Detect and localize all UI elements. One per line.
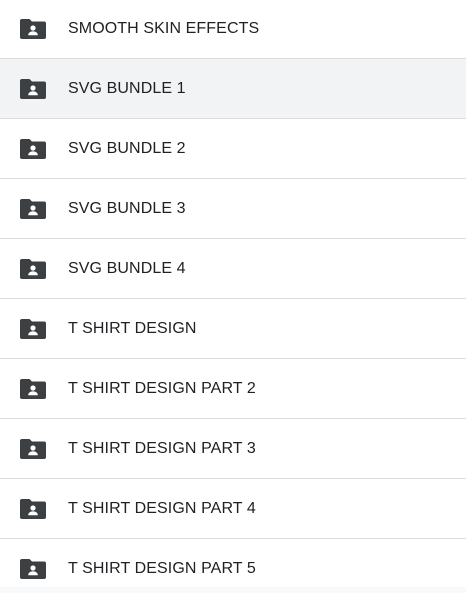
folder-row-svg-bundle-4[interactable]: SVG BUNDLE 4 bbox=[0, 239, 466, 299]
folder-name: SMOOTH SKIN EFFECTS bbox=[68, 19, 260, 37]
list-footer-strip bbox=[0, 587, 466, 593]
folder-list: SMOOTH SKIN EFFECTS SVG BUNDLE 1 SVG BUN… bbox=[0, 0, 466, 593]
shared-folder-icon bbox=[20, 138, 46, 159]
shared-folder-icon bbox=[20, 378, 46, 399]
folder-name: T SHIRT DESIGN bbox=[68, 319, 197, 337]
folder-name: T SHIRT DESIGN PART 5 bbox=[68, 559, 256, 577]
folder-name: T SHIRT DESIGN PART 2 bbox=[68, 379, 256, 397]
folder-name: SVG BUNDLE 1 bbox=[68, 79, 186, 97]
folder-name: SVG BUNDLE 4 bbox=[68, 259, 186, 277]
folder-name: SVG BUNDLE 3 bbox=[68, 199, 186, 217]
folder-row-t-shirt-design[interactable]: T SHIRT DESIGN bbox=[0, 299, 466, 359]
folder-row-smooth-skin-effects[interactable]: SMOOTH SKIN EFFECTS bbox=[0, 0, 466, 59]
shared-folder-icon bbox=[20, 18, 46, 39]
shared-folder-icon bbox=[20, 318, 46, 339]
shared-folder-icon bbox=[20, 78, 46, 99]
shared-folder-icon bbox=[20, 198, 46, 219]
folder-row-svg-bundle-2[interactable]: SVG BUNDLE 2 bbox=[0, 119, 466, 179]
folder-row-svg-bundle-3[interactable]: SVG BUNDLE 3 bbox=[0, 179, 466, 239]
folder-row-t-shirt-design-part-3[interactable]: T SHIRT DESIGN PART 3 bbox=[0, 419, 466, 479]
folder-row-t-shirt-design-part-2[interactable]: T SHIRT DESIGN PART 2 bbox=[0, 359, 466, 419]
shared-folder-icon bbox=[20, 438, 46, 459]
folder-name: SVG BUNDLE 2 bbox=[68, 139, 186, 157]
shared-folder-icon bbox=[20, 498, 46, 519]
shared-folder-icon bbox=[20, 258, 46, 279]
folder-row-svg-bundle-1[interactable]: SVG BUNDLE 1 bbox=[0, 59, 466, 119]
shared-folder-icon bbox=[20, 558, 46, 579]
folder-name: T SHIRT DESIGN PART 3 bbox=[68, 439, 256, 457]
folder-name: T SHIRT DESIGN PART 4 bbox=[68, 499, 256, 517]
folder-row-t-shirt-design-part-4[interactable]: T SHIRT DESIGN PART 4 bbox=[0, 479, 466, 539]
